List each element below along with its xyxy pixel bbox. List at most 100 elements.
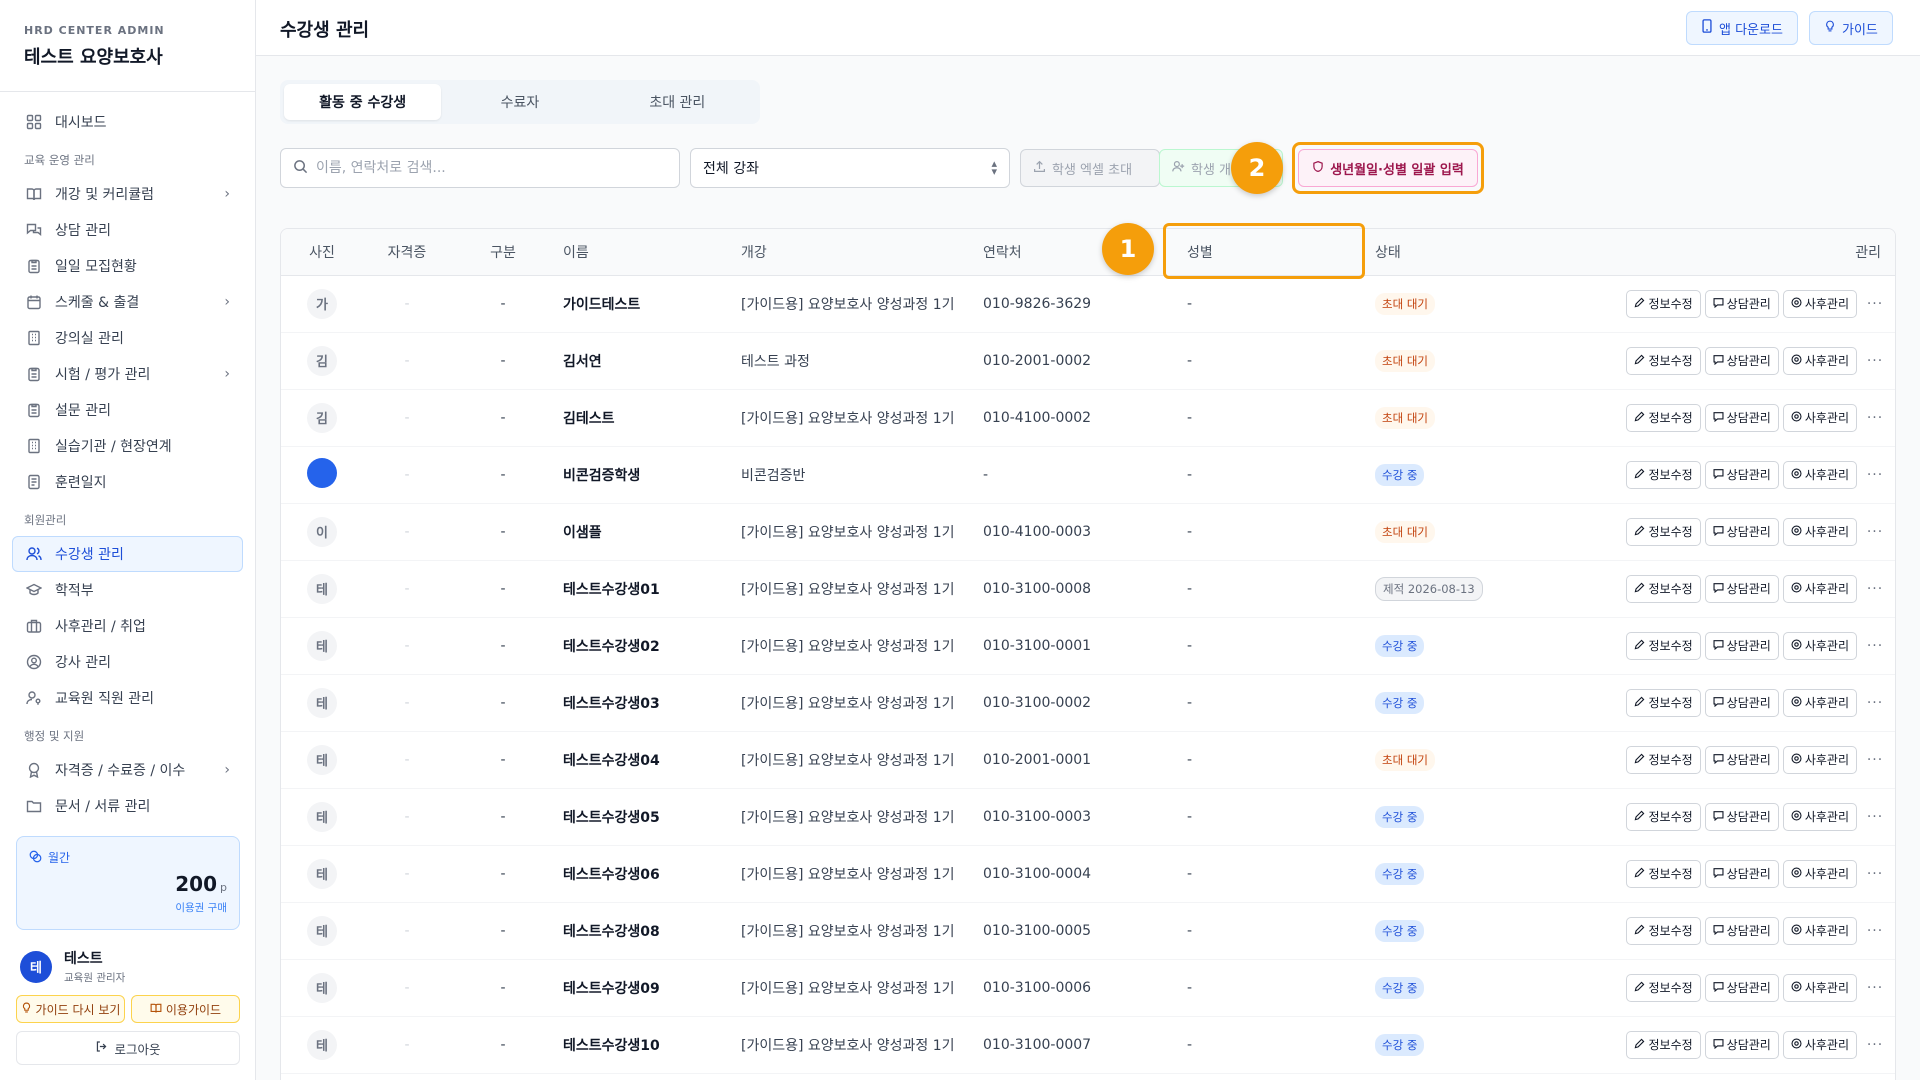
sidebar-item-edu-2[interactable]: 일일 모집현황: [12, 248, 243, 284]
buy-pass-link[interactable]: 이용권 구매: [29, 900, 227, 915]
row-action-aftercare-button[interactable]: 사후관리: [1782, 460, 1857, 489]
column-header-name[interactable]: 이름: [555, 229, 733, 276]
table-row[interactable]: 테 - - 테스트수강생06 [가이드용] 요양보호사 양성과정 1기 010-3100-…: [281, 845, 1895, 902]
row-action-aftercare-button[interactable]: 사후관리: [1782, 1030, 1857, 1059]
table-row[interactable]: 테 - - 테스트수강생05 [가이드용] 요양보호사 양성과정 1기 010-3100-…: [281, 788, 1895, 845]
table-row[interactable]: 테 - - 테스트수강생09 [가이드용] 요양보호사 양성과정 1기 010-3100-…: [281, 959, 1895, 1016]
search-input[interactable]: [316, 160, 656, 176]
excel-invite-button[interactable]: 학생 엑셀 초대: [1020, 149, 1160, 187]
cell-name[interactable]: 테스트수강생04: [555, 731, 733, 788]
row-action-aftercare-button[interactable]: 사후관리: [1782, 859, 1857, 888]
tab-graduates[interactable]: 수료자: [441, 84, 598, 120]
more-options-icon[interactable]: ···: [1861, 866, 1889, 882]
row-action-consult-button[interactable]: 상담관리: [1704, 1030, 1779, 1059]
table-row[interactable]: 이 - - 이샘플 [가이드용] 요양보호사 양성과정 1기 010-4100-0003 -…: [281, 503, 1895, 560]
sidebar-item-edu-1[interactable]: 상담 관리: [12, 212, 243, 248]
row-action-edit-info-button[interactable]: 정보수정: [1626, 916, 1701, 945]
row-action-edit-info-button[interactable]: 정보수정: [1626, 289, 1701, 318]
row-action-consult-button[interactable]: 상담관리: [1704, 859, 1779, 888]
more-options-icon[interactable]: ···: [1861, 524, 1889, 540]
table-row[interactable]: 테 - - 테스트수강생10 [가이드용] 요양보호사 양성과정 1기 010-3100-…: [281, 1016, 1895, 1073]
more-options-icon[interactable]: ···: [1861, 353, 1889, 369]
guide-again-button[interactable]: 가이드 다시 보기: [16, 995, 125, 1023]
sidebar-item-edu-8[interactable]: 훈련일지: [12, 464, 243, 500]
row-action-consult-button[interactable]: 상담관리: [1704, 403, 1779, 432]
row-action-aftercare-button[interactable]: 사후관리: [1782, 574, 1857, 603]
sidebar-item-member-0[interactable]: 수강생 관리: [12, 536, 243, 572]
row-action-edit-info-button[interactable]: 정보수정: [1626, 745, 1701, 774]
row-action-consult-button[interactable]: 상담관리: [1704, 916, 1779, 945]
row-action-consult-button[interactable]: 상담관리: [1704, 517, 1779, 546]
sidebar-item-admin-0[interactable]: 자격증 / 수료증 / 이수 ›: [12, 752, 243, 788]
row-action-edit-info-button[interactable]: 정보수정: [1626, 802, 1701, 831]
more-options-icon[interactable]: ···: [1861, 923, 1889, 939]
course-select[interactable]: 전체 강좌 ▴ ▾: [690, 148, 1010, 188]
table-row[interactable]: 김 - - 김서연 테스트 과정 010-2001-0002 - 초대 대기 정보수정 상담관리 사…: [281, 332, 1895, 389]
app-download-button[interactable]: 앱 다운로드: [1686, 11, 1798, 45]
cell-name[interactable]: 테스트수강생08: [555, 902, 733, 959]
sidebar-item-member-2[interactable]: 사후관리 / 취업: [12, 608, 243, 644]
usage-guide-button[interactable]: 이용가이드: [131, 995, 240, 1023]
cell-name[interactable]: 테스트수강생01: [555, 560, 733, 617]
cell-name[interactable]: 테스트수강생05: [555, 788, 733, 845]
row-action-aftercare-button[interactable]: 사후관리: [1782, 346, 1857, 375]
row-action-edit-info-button[interactable]: 정보수정: [1626, 460, 1701, 489]
sidebar-item-edu-5[interactable]: 시험 / 평가 관리 ›: [12, 356, 243, 392]
row-action-edit-info-button[interactable]: 정보수정: [1626, 403, 1701, 432]
row-action-consult-button[interactable]: 상담관리: [1704, 289, 1779, 318]
row-action-consult-button[interactable]: 상담관리: [1704, 574, 1779, 603]
more-options-icon[interactable]: ···: [1861, 809, 1889, 825]
sidebar-item-edu-3[interactable]: 스케줄 & 출결 ›: [12, 284, 243, 320]
table-row[interactable]: 테 - - 테스트수강생01 [가이드용] 요양보호사 양성과정 1기 010-3100-…: [281, 560, 1895, 617]
row-action-consult-button[interactable]: 상담관리: [1704, 802, 1779, 831]
more-options-icon[interactable]: ···: [1861, 980, 1889, 996]
row-action-edit-info-button[interactable]: 정보수정: [1626, 973, 1701, 1002]
table-row[interactable]: 테 - - 테스트수강생08 [가이드용] 요양보호사 양성과정 1기 010-3100-…: [281, 902, 1895, 959]
row-action-edit-info-button[interactable]: 정보수정: [1626, 346, 1701, 375]
row-action-consult-button[interactable]: 상담관리: [1704, 688, 1779, 717]
cell-name[interactable]: 테스트수강생02: [555, 617, 733, 674]
cell-name[interactable]: 김테스트: [555, 389, 733, 446]
table-row[interactable]: 테 - - 테스트수강생02 [가이드용] 요양보호사 양성과정 1기 010-3100-…: [281, 617, 1895, 674]
row-action-edit-info-button[interactable]: 정보수정: [1626, 859, 1701, 888]
table-row[interactable]: 테 - - 테스트수강생03 [가이드용] 요양보호사 양성과정 1기 010-3100-…: [281, 674, 1895, 731]
row-action-aftercare-button[interactable]: 사후관리: [1782, 802, 1857, 831]
table-row[interactable]: 가 - - 가이드테스트 [가이드용] 요양보호사 양성과정 1기 010-9826-36…: [281, 275, 1895, 332]
sidebar-item-member-3[interactable]: 강사 관리: [12, 644, 243, 680]
row-action-edit-info-button[interactable]: 정보수정: [1626, 631, 1701, 660]
row-action-edit-info-button[interactable]: 정보수정: [1626, 688, 1701, 717]
cell-name[interactable]: 이샘플: [555, 503, 733, 560]
row-action-edit-info-button[interactable]: 정보수정: [1626, 517, 1701, 546]
logout-button[interactable]: 로그아웃: [16, 1031, 240, 1065]
sidebar-item-edu-6[interactable]: 설문 관리: [12, 392, 243, 428]
table-row[interactable]: 테 - - 테스트수강생04 [가이드용] 요양보호사 양성과정 1기 010-2001-…: [281, 731, 1895, 788]
more-options-icon[interactable]: ···: [1861, 581, 1889, 597]
row-action-consult-button[interactable]: 상담관리: [1704, 631, 1779, 660]
sidebar-item-edu-4[interactable]: 강의실 관리: [12, 320, 243, 356]
cell-name[interactable]: 테스트수강생06: [555, 845, 733, 902]
more-options-icon[interactable]: ···: [1861, 467, 1889, 483]
cell-name[interactable]: 테스트수강생10: [555, 1016, 733, 1073]
row-action-aftercare-button[interactable]: 사후관리: [1782, 289, 1857, 318]
cell-name[interactable]: 테스트수강생03: [555, 674, 733, 731]
more-options-icon[interactable]: ···: [1861, 1037, 1889, 1053]
row-action-consult-button[interactable]: 상담관리: [1704, 346, 1779, 375]
more-options-icon[interactable]: ···: [1861, 410, 1889, 426]
sidebar-item-member-4[interactable]: 교육원 직원 관리: [12, 680, 243, 716]
sidebar-item-edu-7[interactable]: 실습기관 / 현장연계: [12, 428, 243, 464]
row-action-consult-button[interactable]: 상담관리: [1704, 973, 1779, 1002]
row-action-consult-button[interactable]: 상담관리: [1704, 745, 1779, 774]
more-options-icon[interactable]: ···: [1861, 296, 1889, 312]
row-action-aftercare-button[interactable]: 사후관리: [1782, 688, 1857, 717]
cell-name[interactable]: 김서연: [555, 332, 733, 389]
table-row[interactable]: 김 - - 김테스트 [가이드용] 요양보호사 양성과정 1기 010-4100-0002…: [281, 389, 1895, 446]
cell-name[interactable]: 테스트수강생09: [555, 959, 733, 1016]
tab-invites[interactable]: 초대 관리: [599, 84, 756, 120]
sidebar-item-edu-0[interactable]: 개강 및 커리큘럼 ›: [12, 176, 243, 212]
table-row[interactable]: - - 비콘검증학생 비콘검증반 - - 수강 중 정보수정 상담관리 사후관리 ···: [281, 446, 1895, 503]
row-action-edit-info-button[interactable]: 정보수정: [1626, 1030, 1701, 1059]
cell-name[interactable]: 비콘검증학생: [555, 446, 733, 503]
row-action-aftercare-button[interactable]: 사후관리: [1782, 517, 1857, 546]
row-action-aftercare-button[interactable]: 사후관리: [1782, 916, 1857, 945]
row-action-edit-info-button[interactable]: 정보수정: [1626, 574, 1701, 603]
